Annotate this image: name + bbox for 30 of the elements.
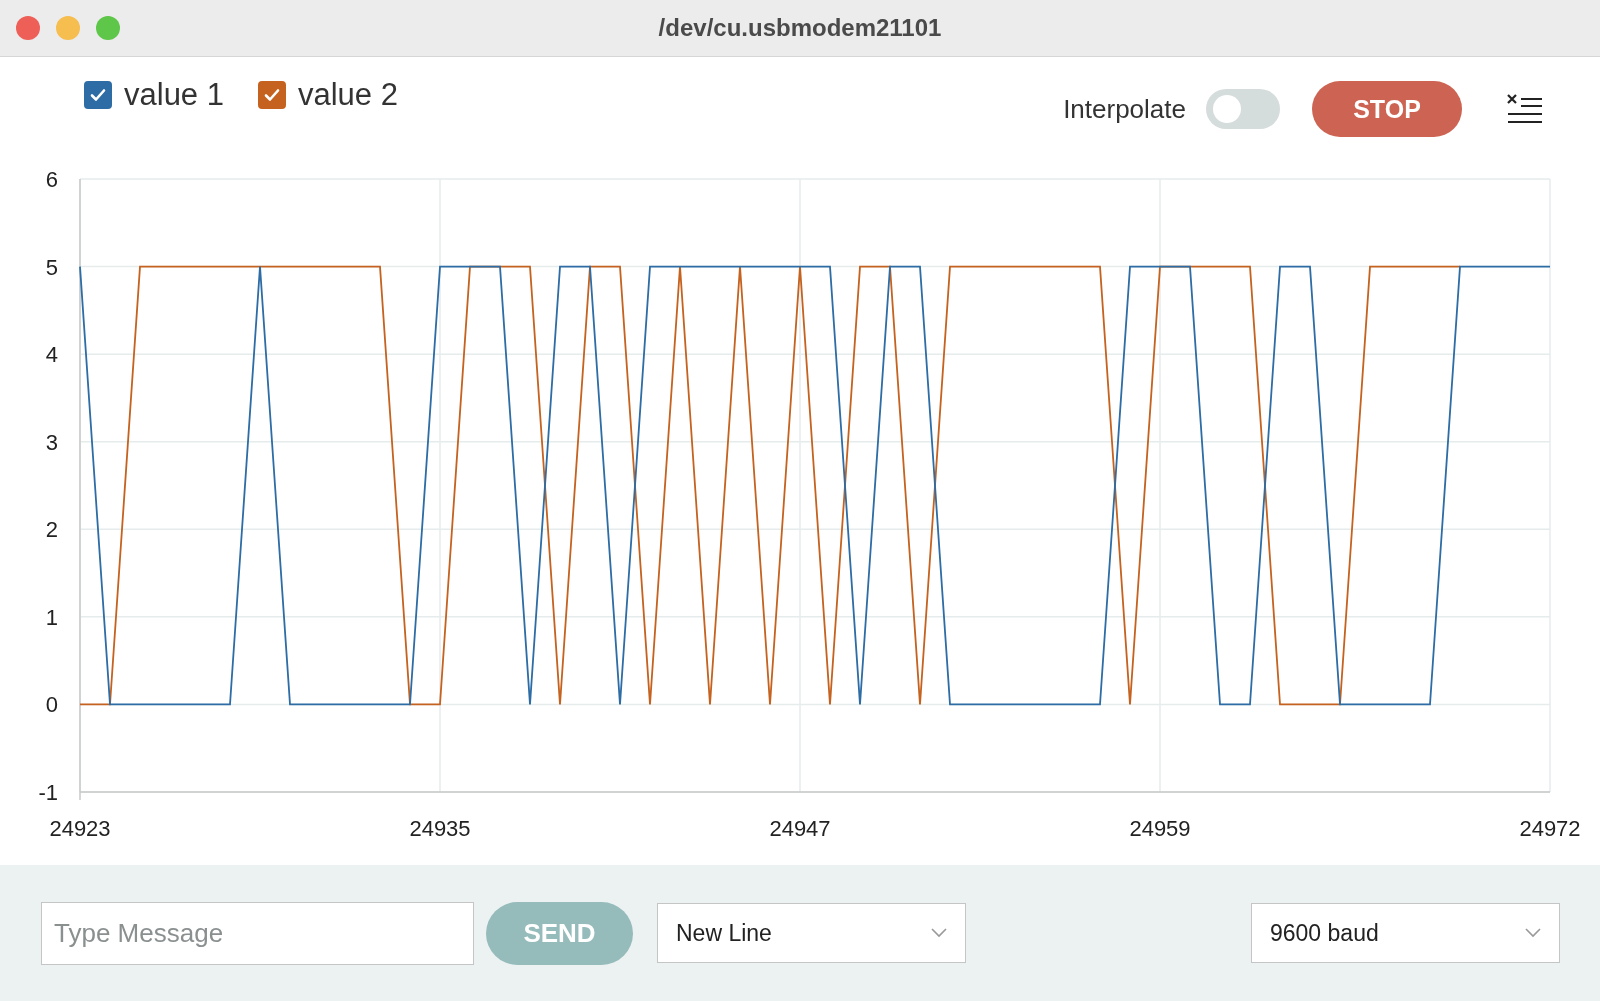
y-tick-label: 5 xyxy=(45,254,58,280)
y-tick-label: 3 xyxy=(45,429,58,455)
interpolate-toggle[interactable] xyxy=(1206,89,1280,129)
message-input-field[interactable]: Type Message xyxy=(41,901,474,965)
y-tick-label: -1 xyxy=(38,780,58,805)
window-title: /dev/cu.usbmodem21101 xyxy=(658,14,942,42)
interpolate-label: Interpolate xyxy=(1063,93,1186,125)
line-ending-dropdown[interactable]: New Line xyxy=(657,903,966,963)
chevron-down-icon xyxy=(1525,928,1541,938)
x-tick-label: 24972 xyxy=(1519,816,1581,841)
y-tick-label: 2 xyxy=(45,517,58,543)
y-tick-label: 4 xyxy=(45,342,58,368)
x-tick-label: 24923 xyxy=(49,816,111,841)
zoom-button[interactable] xyxy=(96,16,120,40)
clear-list-icon[interactable] xyxy=(1506,94,1544,124)
y-tick-label: 6 xyxy=(45,167,58,192)
minimize-button[interactable] xyxy=(56,16,80,40)
chevron-down-icon xyxy=(931,928,947,938)
close-button[interactable] xyxy=(16,16,40,40)
y-tick-label: 0 xyxy=(45,692,58,718)
y-tick-label: 1 xyxy=(45,604,58,630)
checkbox[interactable] xyxy=(84,81,112,109)
x-tick-label: 24935 xyxy=(409,816,471,841)
legend-label: value 2 xyxy=(297,77,398,113)
checkbox[interactable] xyxy=(257,81,286,109)
x-tick-label: 24947 xyxy=(769,816,831,841)
legend-label: value 1 xyxy=(124,77,224,113)
x-tick-label: 24959 xyxy=(1129,816,1191,841)
stop-button[interactable]: STOP xyxy=(1312,81,1462,137)
baud-rate-dropdown[interactable]: 9600 baud xyxy=(1251,903,1560,963)
